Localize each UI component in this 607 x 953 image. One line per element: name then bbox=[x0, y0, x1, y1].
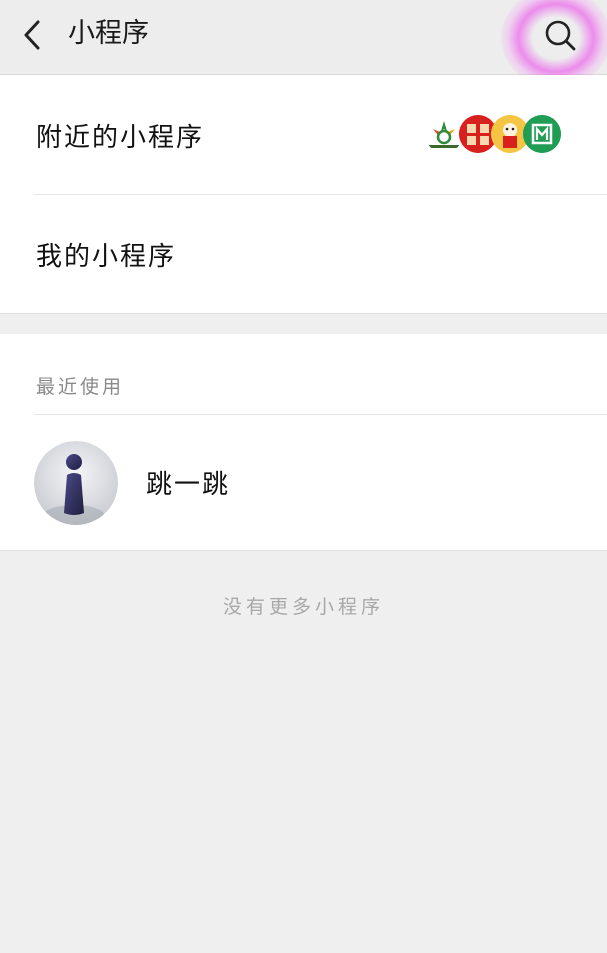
top-bar: 小程序 bbox=[0, 0, 607, 88]
list-item[interactable]: 跳一跳 bbox=[0, 415, 607, 550]
my-mini-programs-label: 我的小程序 bbox=[36, 242, 177, 272]
back-button[interactable] bbox=[18, 16, 50, 56]
nearby-mini-programs-row[interactable]: 附近的小程序 bbox=[0, 75, 607, 194]
page-title: 小程序 bbox=[68, 18, 149, 49]
nearby-mini-programs-label: 附近的小程序 bbox=[36, 123, 205, 153]
recent-header: 最近使用 bbox=[36, 376, 125, 398]
search-icon bbox=[545, 20, 576, 51]
avatar bbox=[34, 441, 118, 525]
app-name: 跳一跳 bbox=[146, 470, 231, 500]
m-logo bbox=[523, 115, 561, 153]
mini-program-menu: 附近的小程序 我的小程序 bbox=[0, 75, 607, 314]
recent-section: 最近使用 跳一跳 bbox=[0, 334, 607, 551]
nearby-logos bbox=[425, 115, 565, 155]
no-more-text: 没有更多小程序 bbox=[222, 596, 384, 618]
search-button[interactable] bbox=[501, 0, 607, 88]
chevron-left-icon bbox=[24, 20, 40, 50]
my-mini-programs-row[interactable]: 我的小程序 bbox=[0, 195, 607, 314]
golden-sun-logo bbox=[425, 115, 463, 153]
